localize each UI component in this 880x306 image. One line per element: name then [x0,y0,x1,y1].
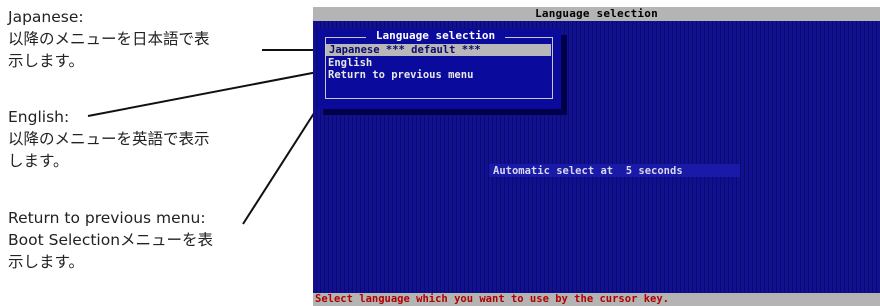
console-screen: Language selection Language selection Ja… [313,7,880,306]
menu-item-english[interactable]: English [328,57,372,69]
leader-line-english [87,69,329,117]
menu-item-japanese[interactable]: Japanese *** default *** [326,44,551,56]
menu-item-return[interactable]: Return to previous menu [328,69,473,81]
dialog-title: Language selection [375,29,496,42]
auto-select-countdown: Automatic select at 5 seconds [493,165,683,177]
dialog-frame-top-left [325,37,366,38]
help-bar: Select language which you want to use by… [313,293,880,306]
dialog-frame-top-right [505,37,552,38]
console-title-bar: Language selection [313,7,880,21]
language-selection-dialog: Language selection Japanese *** default … [317,29,561,109]
